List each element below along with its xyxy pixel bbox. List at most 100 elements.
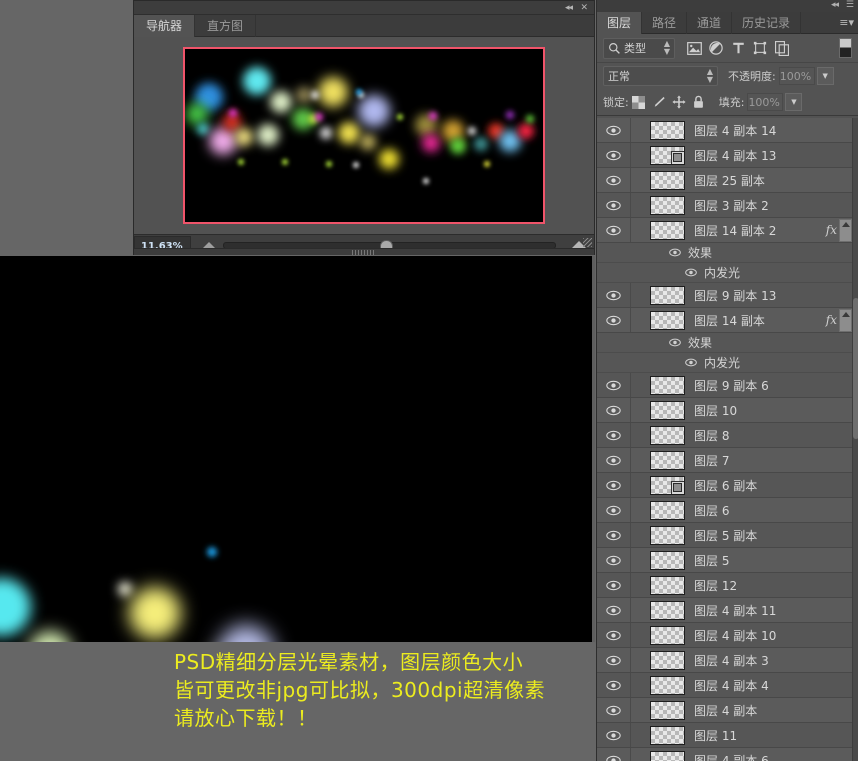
layer-thumbnail[interactable] bbox=[650, 550, 685, 570]
visibility-eye-icon[interactable] bbox=[685, 358, 697, 367]
visibility-eye-icon[interactable] bbox=[597, 498, 631, 522]
layer-row[interactable]: 图层 4 副本 bbox=[597, 698, 852, 723]
layer-thumbnail[interactable] bbox=[650, 700, 685, 720]
layer-thumbnail[interactable] bbox=[650, 375, 685, 395]
document-canvas-window[interactable] bbox=[0, 256, 595, 642]
shape-layer-filter-icon[interactable] bbox=[749, 38, 771, 59]
lock-image-pixels-icon[interactable] bbox=[649, 92, 669, 112]
navigator-view-box[interactable] bbox=[183, 47, 545, 224]
visibility-eye-icon[interactable] bbox=[597, 118, 631, 142]
visibility-eye-icon[interactable] bbox=[597, 283, 631, 307]
layer-row[interactable]: 图层 6 副本 bbox=[597, 473, 852, 498]
visibility-eye-icon[interactable] bbox=[597, 423, 631, 447]
visibility-eye-icon[interactable] bbox=[597, 523, 631, 547]
layer-row[interactable]: 图层 14 副本 2 fx bbox=[597, 218, 852, 243]
layer-row[interactable]: 图层 12 bbox=[597, 573, 852, 598]
layer-row[interactable]: 图层 9 副本 13 bbox=[597, 283, 852, 308]
layer-thumbnail[interactable] bbox=[650, 725, 685, 745]
layer-thumbnail[interactable] bbox=[650, 120, 685, 140]
visibility-eye-icon[interactable] bbox=[597, 373, 631, 397]
layer-thumbnail[interactable] bbox=[650, 145, 685, 165]
lock-position-icon[interactable] bbox=[669, 92, 689, 112]
layer-row[interactable]: 图层 5 bbox=[597, 548, 852, 573]
tab-histogram[interactable]: 直方图 bbox=[195, 15, 257, 37]
fill-chevron-down-icon[interactable]: ▼ bbox=[785, 93, 803, 111]
tab-history[interactable]: 历史记录 bbox=[732, 12, 802, 34]
panel-menu-icon[interactable]: ≡▾ bbox=[839, 16, 854, 29]
panel-menu-icon[interactable]: ☰ bbox=[846, 0, 854, 10]
layer-thumbnail[interactable] bbox=[650, 285, 685, 305]
visibility-eye-icon[interactable] bbox=[597, 623, 631, 647]
tab-channels[interactable]: 通道 bbox=[687, 12, 733, 34]
lock-transparent-pixels-icon[interactable] bbox=[629, 92, 649, 112]
layer-thumbnail[interactable] bbox=[650, 650, 685, 670]
visibility-eye-icon[interactable] bbox=[597, 648, 631, 672]
filter-type-dropdown[interactable]: 类型 ▲ ▼ bbox=[603, 37, 675, 59]
layer-thumbnail[interactable] bbox=[650, 475, 685, 495]
layer-row[interactable]: 图层 4 副本 10 bbox=[597, 623, 852, 648]
layer-thumbnail[interactable] bbox=[650, 750, 685, 761]
layer-thumbnail[interactable] bbox=[650, 500, 685, 520]
visibility-eye-icon[interactable] bbox=[685, 268, 697, 277]
opacity-input[interactable]: 100% bbox=[778, 67, 815, 85]
fill-input[interactable]: 100% bbox=[747, 93, 784, 111]
visibility-eye-icon[interactable] bbox=[597, 573, 631, 597]
visibility-eye-icon[interactable] bbox=[597, 723, 631, 747]
layer-row[interactable]: 图层 6 bbox=[597, 498, 852, 523]
tab-paths[interactable]: 路径 bbox=[642, 12, 688, 34]
layer-row[interactable]: 图层 9 副本 6 bbox=[597, 373, 852, 398]
layer-row[interactable]: 图层 25 副本 bbox=[597, 168, 852, 193]
visibility-eye-icon[interactable] bbox=[597, 448, 631, 472]
layer-thumbnail[interactable] bbox=[650, 600, 685, 620]
effects-expand-toggle-icon[interactable] bbox=[839, 308, 852, 332]
layer-row[interactable]: 图层 4 副本 6 bbox=[597, 748, 852, 761]
layer-row[interactable]: 图层 4 副本 11 bbox=[597, 598, 852, 623]
collapse-arrows-icon[interactable]: ◂◂ bbox=[565, 2, 573, 14]
effects-group-row[interactable]: 效果 bbox=[597, 243, 852, 263]
effects-expand-toggle-icon[interactable] bbox=[839, 218, 852, 242]
visibility-eye-icon[interactable] bbox=[597, 748, 631, 761]
effect-item-row[interactable]: 内发光 bbox=[597, 263, 852, 283]
layer-row[interactable]: 图层 4 副本 3 bbox=[597, 648, 852, 673]
layer-thumbnail[interactable] bbox=[650, 310, 685, 330]
collapse-arrows-icon[interactable]: ◂◂ bbox=[831, 0, 839, 10]
visibility-eye-icon[interactable] bbox=[597, 698, 631, 722]
layer-row[interactable]: 图层 7 bbox=[597, 448, 852, 473]
layer-effects-fx-icon[interactable]: fx bbox=[826, 313, 837, 327]
visibility-eye-icon[interactable] bbox=[597, 143, 631, 167]
visibility-eye-icon[interactable] bbox=[597, 308, 631, 332]
effect-item-row[interactable]: 内发光 bbox=[597, 353, 852, 373]
pixel-layer-filter-icon[interactable] bbox=[683, 38, 705, 59]
layer-row[interactable]: 图层 10 bbox=[597, 398, 852, 423]
layer-row[interactable]: 图层 5 副本 bbox=[597, 523, 852, 548]
layer-thumbnail[interactable] bbox=[650, 400, 685, 420]
layer-row[interactable]: 图层 3 副本 2 bbox=[597, 193, 852, 218]
visibility-eye-icon[interactable] bbox=[597, 548, 631, 572]
lock-all-icon[interactable] bbox=[689, 92, 709, 112]
layer-row[interactable]: 图层 4 副本 4 bbox=[597, 673, 852, 698]
layer-thumbnail[interactable] bbox=[650, 220, 685, 240]
layer-row[interactable]: 图层 14 副本 fx bbox=[597, 308, 852, 333]
layer-thumbnail[interactable] bbox=[650, 525, 685, 545]
layer-row[interactable]: 图层 8 bbox=[597, 423, 852, 448]
layer-thumbnail[interactable] bbox=[650, 675, 685, 695]
opacity-chevron-down-icon[interactable]: ▼ bbox=[816, 67, 834, 85]
visibility-eye-icon[interactable] bbox=[597, 218, 631, 242]
type-layer-filter-icon[interactable] bbox=[727, 38, 749, 59]
filter-enable-toggle-icon[interactable] bbox=[839, 38, 852, 58]
effects-group-row[interactable]: 效果 bbox=[597, 333, 852, 353]
tab-layers[interactable]: 图层 bbox=[597, 12, 643, 34]
scrollbar-thumb[interactable] bbox=[853, 298, 858, 440]
visibility-eye-icon[interactable] bbox=[597, 598, 631, 622]
layer-thumbnail[interactable] bbox=[650, 625, 685, 645]
panel-drag-grip[interactable] bbox=[134, 248, 594, 255]
layer-thumbnail[interactable] bbox=[650, 425, 685, 445]
visibility-eye-icon[interactable] bbox=[597, 398, 631, 422]
close-icon[interactable]: ✕ bbox=[580, 2, 588, 14]
layer-thumbnail[interactable] bbox=[650, 575, 685, 595]
adjustment-layer-filter-icon[interactable] bbox=[705, 38, 727, 59]
smart-object-filter-icon[interactable] bbox=[771, 38, 793, 59]
layer-row[interactable]: 图层 11 bbox=[597, 723, 852, 748]
layer-row[interactable]: 图层 4 副本 13 bbox=[597, 143, 852, 168]
tab-navigator[interactable]: 导航器 bbox=[134, 15, 196, 37]
